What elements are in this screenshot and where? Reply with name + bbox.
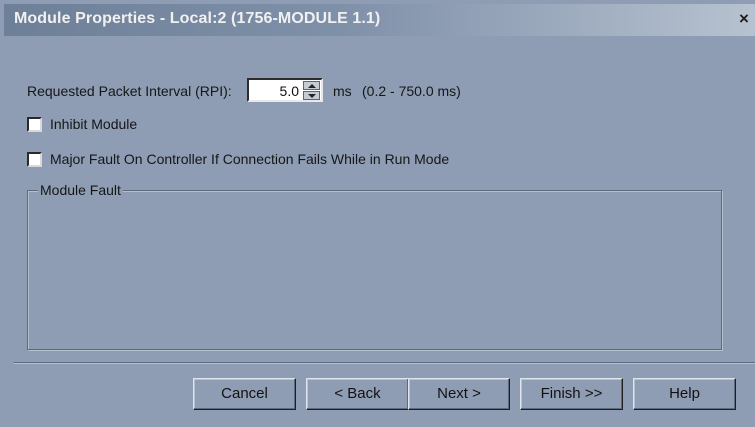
cancel-button[interactable]: Cancel xyxy=(193,378,296,410)
rpi-input[interactable]: 5.0 xyxy=(247,78,323,102)
finish-button[interactable]: Finish >> xyxy=(520,378,623,410)
module-fault-legend: Module Fault xyxy=(38,182,123,198)
arrow-up-icon xyxy=(308,84,316,88)
arrow-down-icon xyxy=(308,94,316,98)
rpi-range: (0.2 - 750.0 ms) xyxy=(362,83,461,99)
inhibit-module-label[interactable]: Inhibit Module xyxy=(50,116,137,132)
back-button[interactable]: < Back xyxy=(306,378,409,410)
rpi-unit: ms xyxy=(333,83,352,99)
window-title: Module Properties - Local:2 (1756-MODULE… xyxy=(14,10,381,27)
close-icon[interactable]: × xyxy=(735,10,753,28)
inhibit-module-checkbox[interactable] xyxy=(27,117,42,132)
separator-line xyxy=(14,362,755,364)
major-fault-label[interactable]: Major Fault On Controller If Connection … xyxy=(50,151,449,167)
title-bar[interactable]: Module Properties - Local:2 (1756-MODULE… xyxy=(4,4,755,36)
major-fault-checkbox[interactable] xyxy=(27,152,42,167)
rpi-spinner[interactable] xyxy=(303,81,320,100)
module-properties-dialog: Module Properties - Local:2 (1756-MODULE… xyxy=(0,0,755,427)
module-fault-group xyxy=(27,190,722,350)
rpi-value[interactable]: 5.0 xyxy=(280,83,299,99)
rpi-label: Requested Packet Interval (RPI): xyxy=(27,83,232,99)
next-button[interactable]: Next > xyxy=(408,378,510,410)
spin-up-button[interactable] xyxy=(303,81,320,90)
help-button[interactable]: Help xyxy=(633,378,736,410)
spin-down-button[interactable] xyxy=(303,91,320,100)
